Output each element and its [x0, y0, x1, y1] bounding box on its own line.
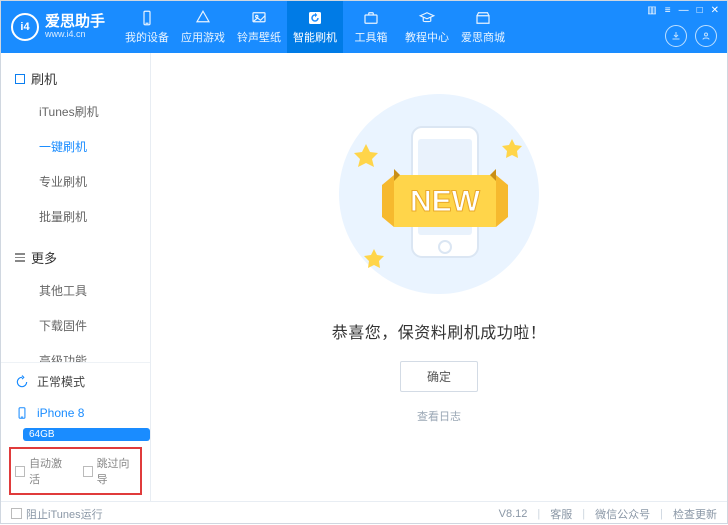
svg-text:NEW: NEW: [410, 185, 481, 218]
capacity-badge: 64GB: [23, 428, 150, 441]
nav-my-device[interactable]: 我的设备: [119, 1, 175, 53]
support-link[interactable]: 客服: [550, 506, 572, 522]
device-name: iPhone 8: [37, 406, 84, 420]
graduation-icon: [418, 9, 436, 27]
sidebar-item-other-tools[interactable]: 其他工具: [1, 273, 150, 308]
minimize-icon[interactable]: ―: [679, 5, 689, 16]
brand: i4 爱思助手 www.i4.cn: [11, 13, 105, 41]
nav-label: 应用游戏: [181, 29, 225, 45]
device-block[interactable]: iPhone 8 64GB: [1, 400, 150, 441]
sidebar-item-itunes-flash[interactable]: iTunes刷机: [1, 94, 150, 129]
brand-subtitle: www.i4.cn: [45, 30, 105, 40]
wechat-link[interactable]: 微信公众号: [595, 506, 650, 522]
image-icon: [250, 9, 268, 27]
nav-label: 铃声壁纸: [237, 29, 281, 45]
download-button[interactable]: [665, 25, 687, 47]
apps-icon: [194, 9, 212, 27]
window-controls: ▥ ≡ ― □ ✕: [647, 5, 719, 16]
nav-ringtones[interactable]: 铃声壁纸: [231, 1, 287, 53]
user-icon: [700, 30, 712, 42]
nav-tutorials[interactable]: 教程中心: [399, 1, 455, 53]
chk-label: 自动激活: [29, 455, 68, 487]
version-label: V8.12: [499, 508, 528, 520]
separator: |: [660, 508, 663, 520]
user-button[interactable]: [695, 25, 717, 47]
device-icon: [138, 9, 156, 27]
success-message: 恭喜您，保资料刷机成功啦！: [332, 319, 547, 343]
skip-wizard-checkbox[interactable]: 跳过向导: [83, 455, 137, 487]
chk-label: 阻止iTunes运行: [26, 506, 103, 522]
status-left: 阻止iTunes运行: [11, 506, 103, 522]
sidebar-item-advanced[interactable]: 高级功能: [1, 343, 150, 362]
separator: |: [582, 508, 585, 520]
mode-label: 正常模式: [37, 373, 85, 390]
nav-label: 工具箱: [355, 29, 388, 45]
sidebar-scroll: 刷机 iTunes刷机 一键刷机 专业刷机 批量刷机 更多 其他工具 下载固件 …: [1, 53, 150, 362]
brand-title: 爱思助手: [45, 14, 105, 31]
nav-label: 爱思商城: [461, 29, 505, 45]
sidebar-item-oneclick-flash[interactable]: 一键刷机: [1, 129, 150, 164]
block-itunes-checkbox[interactable]: 阻止iTunes运行: [11, 506, 103, 522]
shirt-icon[interactable]: ▥: [647, 5, 656, 16]
nav-label: 智能刷机: [293, 29, 337, 45]
header: i4 爱思助手 www.i4.cn 我的设备 应用游戏 铃声壁纸 智能刷机 工具…: [1, 1, 727, 53]
refresh-icon: [15, 375, 29, 389]
success-illustration: NEW: [334, 89, 544, 299]
nav-label: 我的设备: [125, 29, 169, 45]
store-icon: [474, 9, 492, 27]
sidebar-item-batch-flash[interactable]: 批量刷机: [1, 199, 150, 234]
sidebar-group-more[interactable]: 更多: [1, 242, 150, 273]
sidebar-item-download-firmware[interactable]: 下载固件: [1, 308, 150, 343]
main-panel: NEW 恭喜您，保资料刷机成功啦！ 确定 查看日志: [151, 53, 727, 501]
phone-icon: [15, 406, 29, 420]
body: 刷机 iTunes刷机 一键刷机 专业刷机 批量刷机 更多 其他工具 下载固件 …: [1, 53, 727, 501]
header-aux-buttons: [665, 25, 717, 47]
refresh-square-icon: [306, 9, 324, 27]
nav-flash[interactable]: 智能刷机: [287, 1, 343, 53]
nav-label: 教程中心: [405, 29, 449, 45]
nav-store[interactable]: 爱思商城: [455, 1, 511, 53]
square-icon: [15, 74, 25, 84]
maximize-icon[interactable]: □: [697, 5, 703, 16]
download-icon: [670, 30, 682, 42]
status-right: V8.12 | 客服 | 微信公众号 | 检查更新: [499, 506, 717, 522]
sidebar-group-flash[interactable]: 刷机: [1, 63, 150, 94]
check-update-link[interactable]: 检查更新: [673, 506, 717, 522]
sidebar-item-pro-flash[interactable]: 专业刷机: [1, 164, 150, 199]
close-icon[interactable]: ✕: [711, 5, 719, 16]
top-nav: 我的设备 应用游戏 铃声壁纸 智能刷机 工具箱 教程中心 爱思商城: [119, 1, 511, 53]
view-log-link[interactable]: 查看日志: [417, 408, 461, 424]
status-bar: 阻止iTunes运行 V8.12 | 客服 | 微信公众号 | 检查更新: [1, 501, 727, 525]
mode-row[interactable]: 正常模式: [1, 363, 150, 400]
chk-label: 跳过向导: [97, 455, 136, 487]
auto-activate-checkbox[interactable]: 自动激活: [15, 455, 69, 487]
separator: |: [537, 508, 540, 520]
briefcase-icon: [362, 9, 380, 27]
group-label: 更多: [31, 248, 57, 267]
nav-toolbox[interactable]: 工具箱: [343, 1, 399, 53]
nav-apps[interactable]: 应用游戏: [175, 1, 231, 53]
sidebar-bottom: 正常模式 iPhone 8 64GB 自动激活 跳过向导: [1, 362, 150, 501]
ok-button[interactable]: 确定: [400, 361, 478, 392]
brand-logo-icon: i4: [11, 13, 39, 41]
sidebar: 刷机 iTunes刷机 一键刷机 专业刷机 批量刷机 更多 其他工具 下载固件 …: [1, 53, 151, 501]
options-row: 自动激活 跳过向导: [9, 447, 142, 495]
hamburger-icon: [15, 253, 25, 262]
brand-text: 爱思助手 www.i4.cn: [45, 14, 105, 40]
group-label: 刷机: [31, 69, 57, 88]
menu-icon[interactable]: ≡: [665, 5, 671, 16]
